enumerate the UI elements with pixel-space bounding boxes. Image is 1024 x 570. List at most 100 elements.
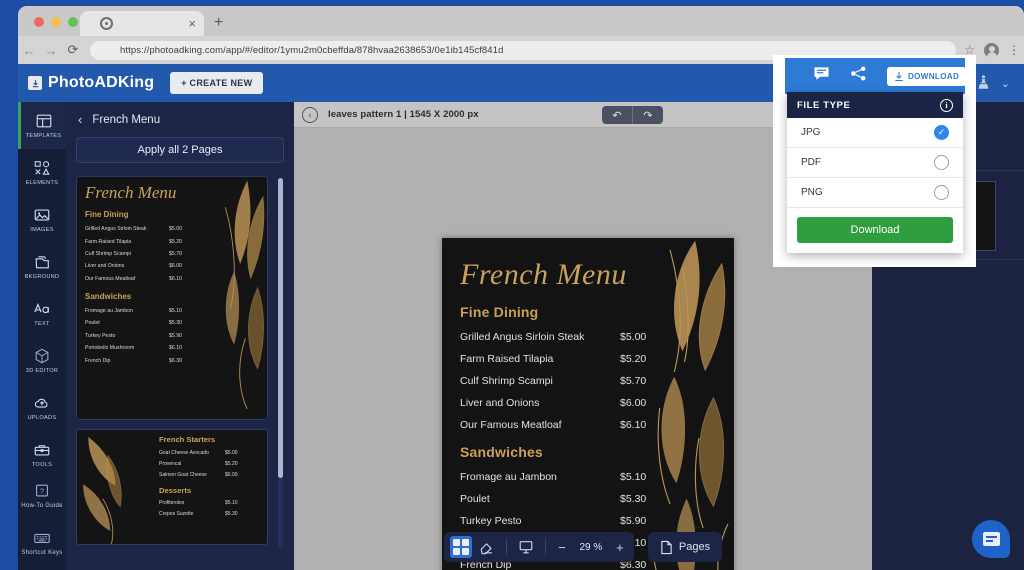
- download-submit-button[interactable]: Download: [797, 217, 953, 243]
- page-icon: [661, 540, 672, 554]
- sidebar-item-templates[interactable]: TEMPLATES: [18, 102, 66, 149]
- panel-header: ‹ French Menu: [66, 102, 294, 133]
- screen: × + ← → ⟳ https://photoadking.com/app/#/…: [0, 0, 1024, 570]
- file-type-option-jpg[interactable]: JPG ✓: [787, 118, 963, 148]
- keyboard-icon: [34, 533, 50, 544]
- toolbox-icon: [34, 445, 50, 456]
- sidebar-item-elements[interactable]: ELEMENTS: [18, 149, 66, 196]
- sidebar-label-shortcut-keys: Shortcut Keys: [21, 550, 63, 556]
- favicon-icon: [100, 17, 113, 30]
- file-type-modal: FILE TYPE i JPG ✓ PDF PNG Download: [787, 92, 963, 253]
- logo-mark-icon: [28, 76, 42, 90]
- premium-crown-icon[interactable]: [977, 74, 991, 92]
- pill-divider: [544, 539, 546, 555]
- app-logo[interactable]: PhotoADKing: [28, 74, 154, 92]
- menu-section-heading: Sandwiches: [460, 444, 543, 460]
- download-chip-button[interactable]: DOWNLOAD: [887, 66, 967, 86]
- browser-tabstrip: × +: [18, 6, 1024, 36]
- file-type-option-png[interactable]: PNG: [787, 178, 963, 208]
- download-topbar: DOWNLOAD: [785, 58, 967, 94]
- redo-button[interactable]: ↷: [633, 106, 663, 124]
- canvas-back-button[interactable]: ‹: [302, 106, 318, 123]
- share-icon[interactable]: [850, 66, 867, 86]
- chat-button[interactable]: [972, 520, 1010, 558]
- file-type-label-pdf: PDF: [801, 157, 821, 168]
- minimize-window-button[interactable]: [51, 17, 61, 27]
- undo-button[interactable]: ↶: [602, 106, 632, 124]
- templates-panel: ‹ French Menu Apply all 2 Pages French M…: [66, 102, 294, 570]
- reload-button[interactable]: ⟳: [62, 42, 84, 58]
- upload-cloud-icon: [34, 398, 48, 408]
- window-controls[interactable]: [34, 17, 78, 27]
- sidebar-item-images[interactable]: IMAGES: [18, 196, 66, 243]
- templates-icon: [36, 114, 51, 128]
- template-thumbnail-list[interactable]: French Menu Fine Dining Grilled Angus Si…: [76, 176, 284, 562]
- sidebar-item-how-to-guide[interactable]: ? How-To Guide: [18, 472, 66, 519]
- sidebar-label-background: BKGROUND: [24, 274, 60, 280]
- text-icon: [34, 302, 49, 314]
- zoom-in-button[interactable]: +: [612, 540, 628, 555]
- forward-button[interactable]: →: [40, 43, 62, 58]
- sidebar-label-elements: ELEMENTS: [25, 180, 59, 186]
- grid-icon[interactable]: [449, 536, 472, 558]
- images-icon: [34, 209, 50, 221]
- panel-scrollbar-thumb[interactable]: [278, 178, 283, 478]
- info-icon[interactable]: i: [940, 98, 953, 112]
- sidebar-item-text[interactable]: TEXT: [18, 290, 66, 337]
- chevron-down-icon[interactable]: ⌄: [1001, 77, 1010, 90]
- sidebar-item-tools[interactable]: TOOLS: [18, 431, 66, 478]
- sidebar-item-background[interactable]: BKGROUND: [18, 243, 66, 290]
- file-type-radio-jpg[interactable]: ✓: [934, 125, 949, 140]
- profile-avatar[interactable]: [984, 42, 999, 58]
- design-page-content: French Menu Fine Dining Grilled Angus Si…: [452, 248, 724, 570]
- create-new-button[interactable]: + CREATE NEW: [170, 72, 264, 94]
- zoom-level: 29 %: [579, 541, 603, 553]
- left-rail-bottom: ? How-To Guide Shortcut Keys: [18, 472, 66, 566]
- sidebar-item-shortcut-keys[interactable]: Shortcut Keys: [18, 519, 66, 566]
- sidebar-label-tools: TOOLS: [31, 462, 53, 468]
- presentation-icon[interactable]: [515, 536, 537, 558]
- sidebar-item-uploads[interactable]: UPLOADS: [18, 384, 66, 431]
- menu-item-row: Farm Raised Tilapia $5.20: [460, 353, 647, 365]
- design-page[interactable]: French Menu Fine Dining Grilled Angus Si…: [442, 238, 734, 570]
- template-thumbnail-page1[interactable]: French Menu Fine Dining Grilled Angus Si…: [76, 176, 268, 420]
- download-icon: [895, 71, 903, 81]
- question-icon: ?: [36, 484, 48, 497]
- menu-item-row: Culf Shrimp Scampi $5.70: [460, 375, 647, 387]
- zoom-out-button[interactable]: −: [554, 540, 570, 555]
- menu-item-row: Poulet $5.30: [460, 493, 647, 505]
- menu-section-heading: Fine Dining: [460, 304, 539, 320]
- sidebar-label-images: IMAGES: [30, 227, 54, 233]
- left-rail: TEMPLATES ELEMENTS IMAGES BKGROUND TEXT …: [18, 102, 66, 570]
- file-type-label-jpg: JPG: [801, 127, 821, 138]
- file-type-radio-pdf[interactable]: [934, 155, 949, 170]
- svg-text:?: ?: [40, 486, 44, 495]
- browser-tab[interactable]: ×: [80, 11, 204, 36]
- template-thumbnail-page2[interactable]: French Starters Goat Cheese Avocado $5.00…: [76, 429, 268, 545]
- apply-all-pages-button[interactable]: Apply all 2 Pages: [76, 137, 284, 163]
- download-chip-label: DOWNLOAD: [908, 71, 960, 81]
- pages-button[interactable]: Pages: [647, 532, 723, 562]
- tab-close-icon[interactable]: ×: [188, 17, 196, 30]
- panel-back-button[interactable]: ‹: [78, 112, 82, 127]
- new-tab-button[interactable]: +: [214, 15, 223, 31]
- pill-divider: [505, 539, 507, 555]
- maximize-window-button[interactable]: [68, 17, 78, 27]
- panel-title: French Menu: [92, 113, 161, 126]
- sidebar-label-how-to-guide: How-To Guide: [21, 503, 63, 509]
- file-type-label-png: PNG: [801, 187, 823, 198]
- sidebar-label-templates: TEMPLATES: [25, 133, 62, 139]
- menu-item-row: Our Famous Meatloaf $6.10: [460, 419, 647, 431]
- thumb2-heading2: Desserts: [159, 485, 192, 495]
- menu-title: French Menu: [460, 258, 627, 291]
- header-right: ⌄: [977, 74, 1014, 92]
- file-type-radio-png[interactable]: [934, 185, 949, 200]
- back-button[interactable]: ←: [18, 43, 40, 58]
- comment-icon[interactable]: [813, 66, 830, 86]
- browser-menu-icon[interactable]: ⋮: [1008, 44, 1020, 56]
- sidebar-item-3d-editor[interactable]: 3D EDITOR: [18, 337, 66, 384]
- close-window-button[interactable]: [34, 17, 44, 27]
- background-icon: [35, 256, 49, 269]
- eraser-icon[interactable]: [476, 536, 498, 558]
- file-type-option-pdf[interactable]: PDF: [787, 148, 963, 178]
